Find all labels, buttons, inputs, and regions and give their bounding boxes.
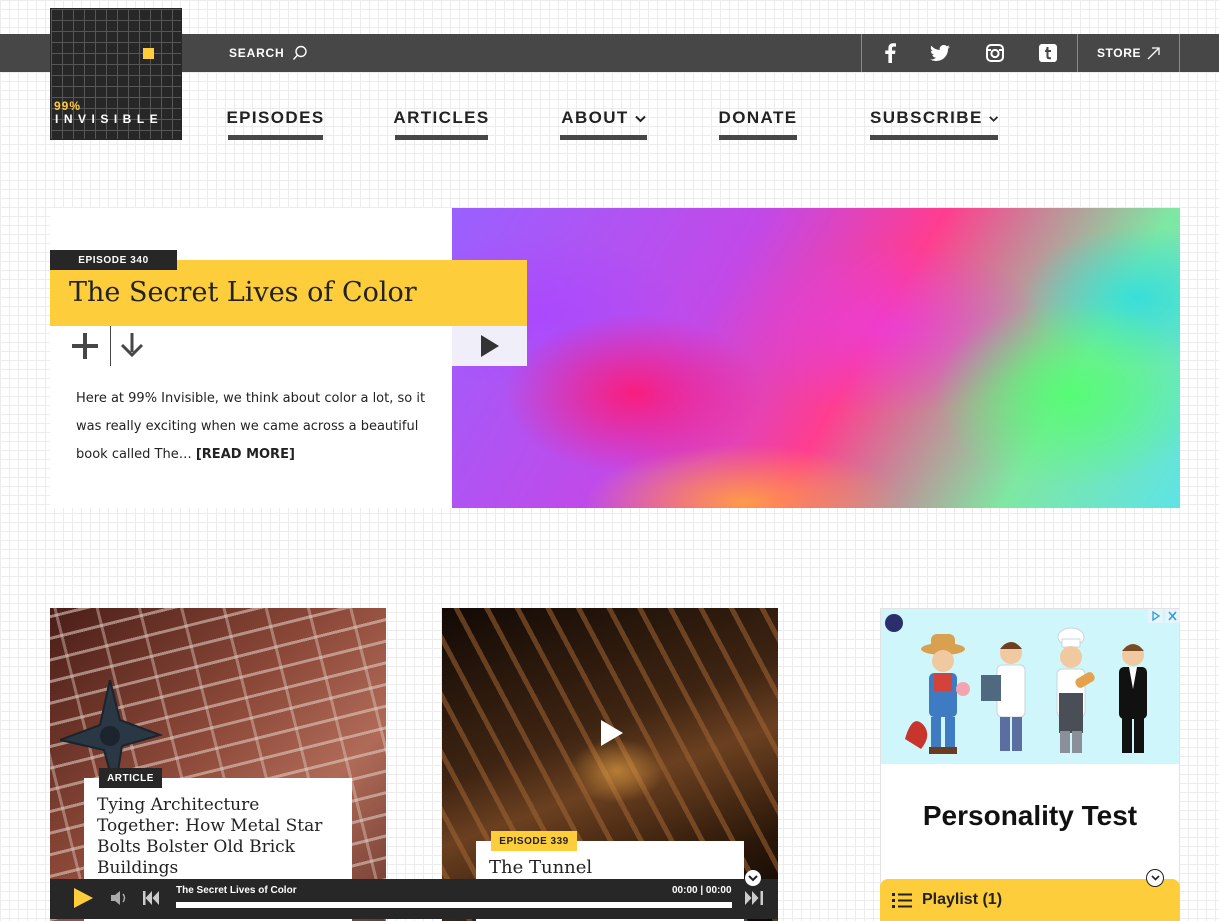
chevron-down-icon (988, 116, 998, 122)
player-collapse-button[interactable] (745, 870, 761, 886)
close-icon[interactable] (1165, 609, 1180, 623)
logo-accent-square (143, 48, 154, 59)
article-title[interactable]: Tying Architecture Together: How Metal S… (97, 795, 337, 879)
episode-title[interactable]: The Tunnel (489, 857, 592, 878)
social-divider (861, 34, 862, 72)
external-arrow-icon (1147, 46, 1160, 59)
add-to-playlist-button[interactable] (62, 326, 108, 366)
play-icon (480, 335, 499, 357)
action-divider (110, 326, 111, 366)
store-label: STORE (1096, 46, 1142, 60)
plus-icon (72, 333, 98, 359)
ad-illustration-people (905, 627, 1147, 754)
nav-label: DONATE (718, 108, 798, 127)
ad-brand-badge (885, 614, 903, 632)
playlist-toggle[interactable]: Playlist (1) (880, 879, 1180, 921)
download-button[interactable] (120, 332, 152, 362)
store-link[interactable]: STORE (1077, 34, 1180, 72)
nav-label: SUBSCRIBE (870, 108, 983, 127)
skip-forward-icon[interactable] (745, 891, 763, 905)
search-label: SEARCH (229, 46, 285, 60)
download-arrow-icon (120, 333, 144, 358)
search-icon (293, 45, 308, 60)
player-track-title: The Secret Lives of Color (176, 885, 297, 896)
volume-icon[interactable] (111, 891, 129, 905)
skip-back-icon[interactable] (143, 891, 161, 905)
ad-image[interactable] (881, 609, 1179, 764)
list-icon (892, 893, 912, 908)
twitter-icon[interactable] (922, 34, 958, 72)
playlist-expand-button[interactable] (1146, 869, 1164, 887)
player-progress-bar[interactable] (176, 902, 732, 908)
logo-text-invisible: INVISIBLE (55, 112, 164, 126)
adchoices-icon[interactable] (1148, 609, 1163, 623)
nav-articles[interactable]: ARTICLES (393, 108, 490, 140)
chevron-down-icon (1150, 875, 1160, 881)
chevron-down-icon (635, 115, 646, 123)
article-label: ARTICLE (99, 768, 162, 788)
hero-image[interactable] (452, 208, 1180, 508)
nav-about[interactable]: ABOUT (560, 108, 647, 140)
nav-episodes[interactable]: EPISODES (226, 108, 325, 140)
player-time: 00:00 | 00:00 (672, 885, 732, 896)
hero-title[interactable]: The Secret Lives of Color (69, 277, 417, 308)
nav-label: ARTICLES (393, 108, 490, 127)
chevron-down-icon (748, 874, 758, 881)
nav-donate[interactable]: DONATE (719, 108, 797, 140)
ad-title[interactable]: Personality Test (880, 800, 1180, 832)
search-button[interactable]: SEARCH (229, 34, 308, 72)
ad-choices[interactable] (1148, 609, 1180, 623)
facebook-icon[interactable] (872, 34, 908, 72)
nav-label: ABOUT (561, 108, 629, 127)
nav-subscribe[interactable]: SUBSCRIBE (870, 108, 998, 140)
episode-label: EPISODE 339 (491, 831, 577, 851)
nav-label: EPISODES (226, 108, 325, 127)
store-divider-right (1179, 34, 1180, 72)
tumblr-icon[interactable] (1030, 34, 1066, 72)
hero-description: Here at 99% Invisible, we think about co… (76, 385, 436, 469)
instagram-icon[interactable] (977, 34, 1013, 72)
hero-episode-label: EPISODE 340 (50, 250, 177, 270)
play-icon[interactable] (596, 718, 626, 748)
play-icon[interactable] (72, 887, 94, 909)
playlist-label: Playlist (1) (922, 891, 1003, 908)
logo-text-99: 99% (54, 99, 82, 113)
hero-play-button[interactable] (452, 326, 527, 366)
read-more-link[interactable]: [READ MORE] (196, 447, 295, 462)
